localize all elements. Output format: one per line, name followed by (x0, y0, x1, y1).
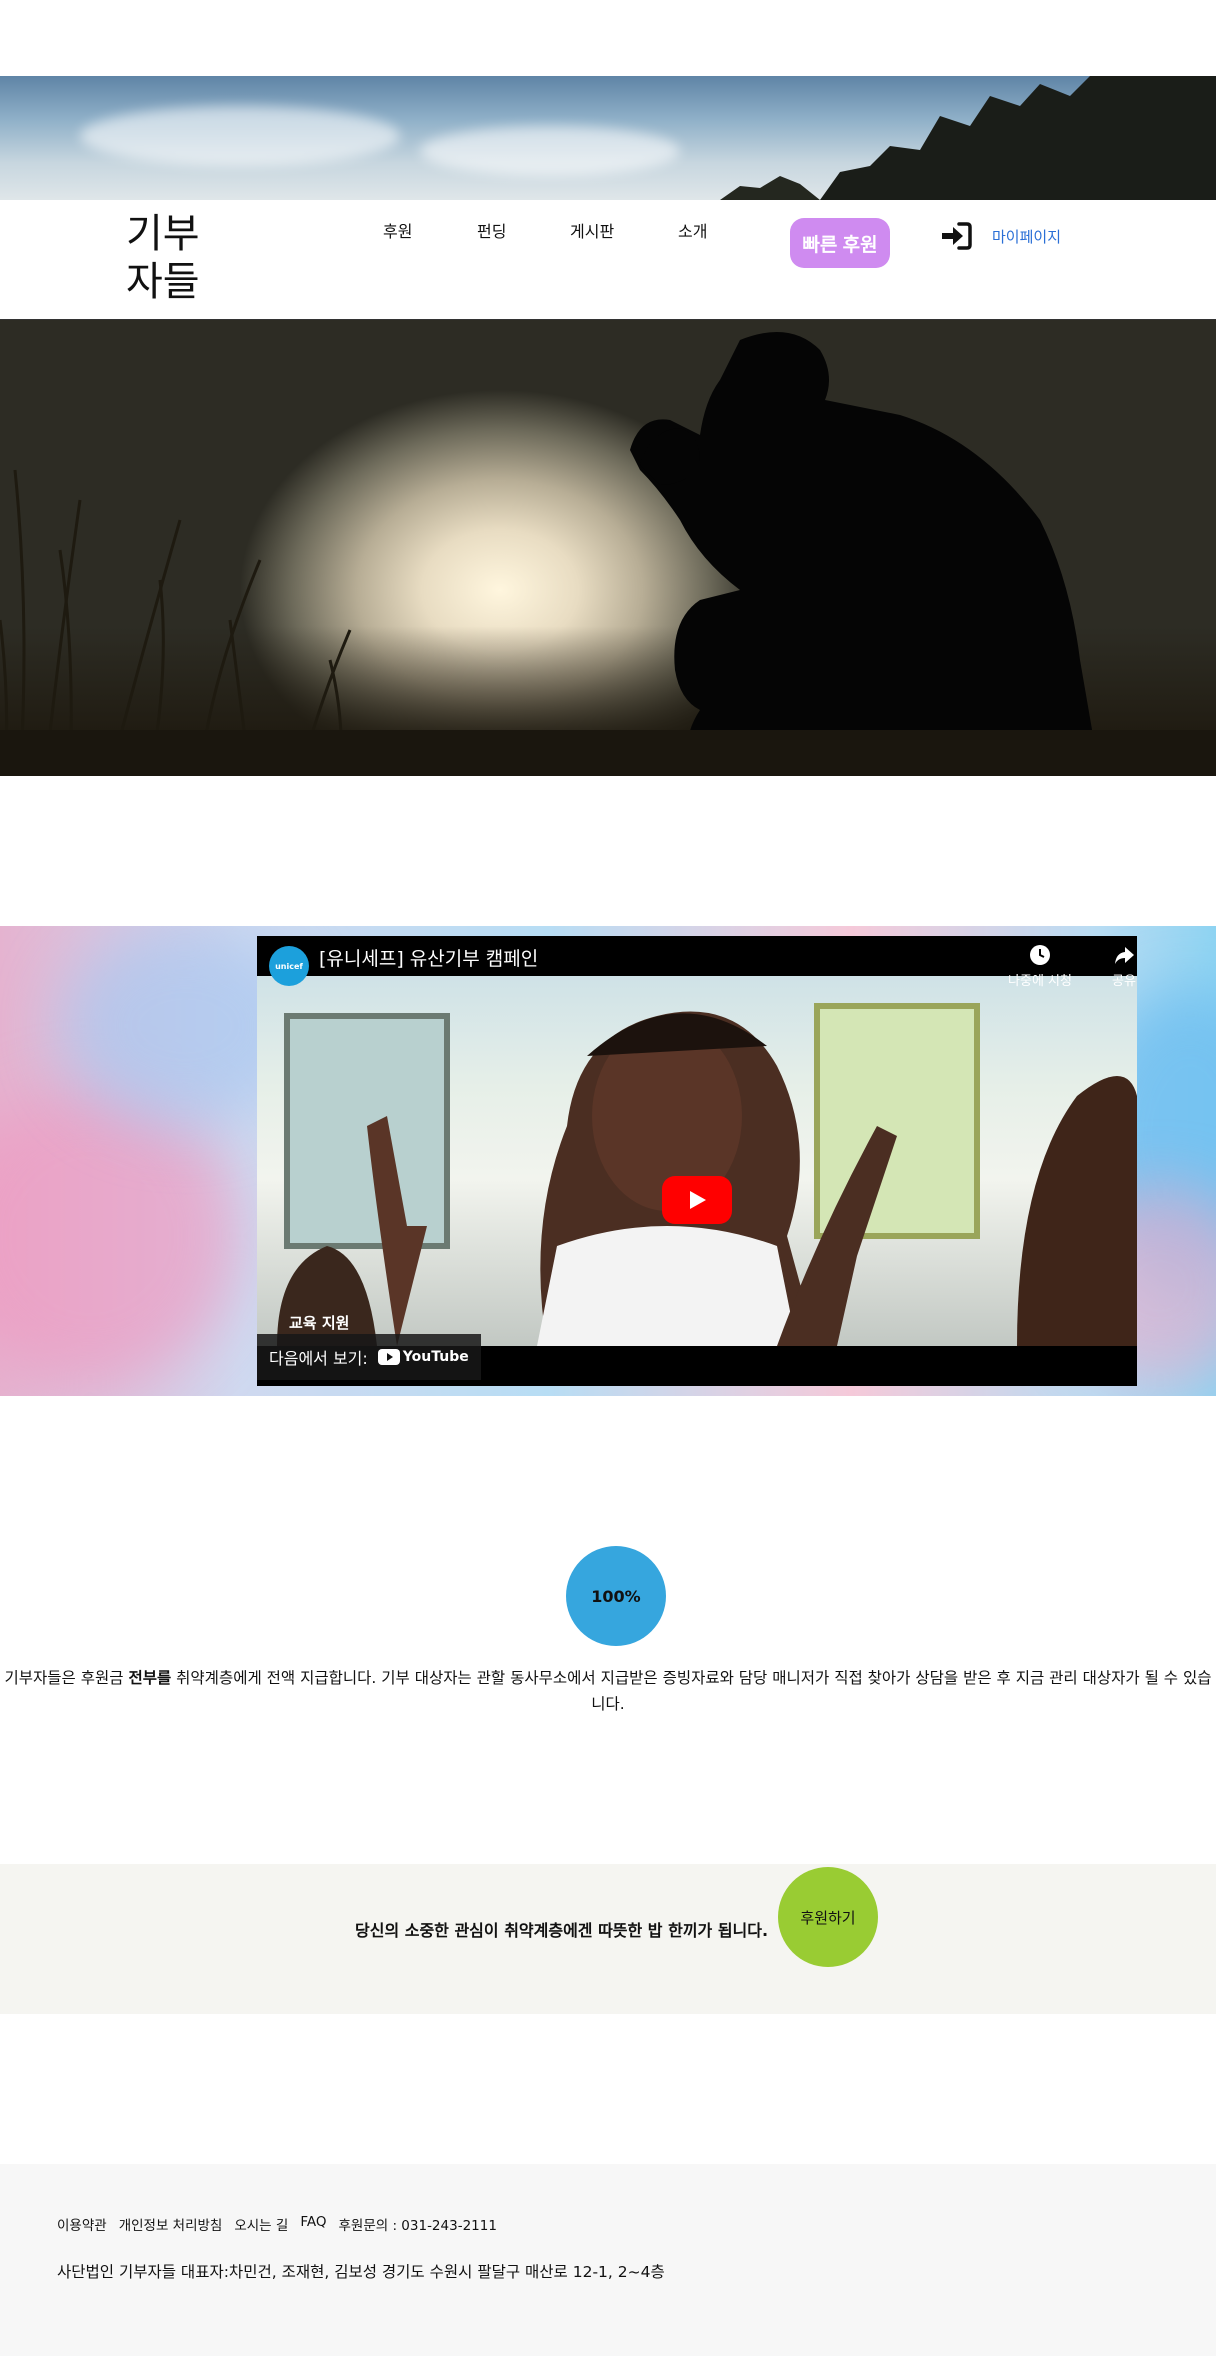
footer-link-faq[interactable]: FAQ (300, 2214, 326, 2234)
footer-link-privacy[interactable]: 개인정보 처리방침 (119, 2214, 223, 2234)
desc-bold: 전부를 (128, 1669, 172, 1687)
watch-later-label: 나중에 시청 (1008, 974, 1072, 989)
quick-donate-button[interactable]: 빠른 후원 (790, 218, 890, 268)
footer-links: 이용약관 개인정보 처리방침 오시는 길 FAQ 후원문의 : 031-243-… (57, 2214, 497, 2234)
site-footer: 이용약관 개인정보 처리방침 오시는 길 FAQ 후원문의 : 031-243-… (0, 2164, 1216, 2356)
play-button[interactable] (662, 1176, 732, 1224)
nav-item-donate[interactable]: 후원 (383, 218, 412, 242)
desc-part-2: 취약계층에게 전액 지급합니다. 기부 대상자는 관할 동사무소에서 지급받은 … (171, 1669, 1212, 1713)
site-header: 기부 자들 후원 펀딩 게시판 소개 빠른 후원 마이페이지 (0, 200, 1216, 320)
watch-on-youtube[interactable]: 다음에서 보기: YouTube (257, 1334, 481, 1380)
mypage-link[interactable]: 마이페이지 (992, 226, 1061, 247)
share-icon (1115, 947, 1134, 964)
tree-silhouette (720, 76, 1216, 200)
video-section: unicef [유니세프] 유산기부 캠페인 나중에 시청 공유 교육 지원 다… (0, 926, 1216, 1396)
cta-text: 당신의 소중한 관심이 취약계층에겐 따뜻한 밥 한끼가 됩니다. (355, 1921, 769, 1940)
play-icon (690, 1191, 706, 1209)
logo-line-1: 기부 (126, 211, 200, 257)
footer-link-directions[interactable]: 오시는 길 (234, 2214, 288, 2234)
percent-circle: 100% (566, 1546, 666, 1646)
watch-on-label: 다음에서 보기: (269, 1349, 368, 1368)
footer-company-info: 사단법인 기부자들 대표자:차민건, 조재현, 김보성 경기도 수원시 팔달구 … (57, 2263, 665, 2281)
youtube-icon (377, 1349, 400, 1365)
clock-icon (1030, 945, 1050, 965)
nav-item-board[interactable]: 게시판 (570, 218, 614, 242)
youtube-player[interactable]: unicef [유니세프] 유산기부 캠페인 나중에 시청 공유 교육 지원 다… (257, 936, 1137, 1386)
hero-image (0, 320, 1216, 776)
logo-line-2: 자들 (126, 259, 200, 305)
praying-man-silhouette (0, 332, 1216, 776)
children-classroom-image (277, 1003, 1137, 1346)
watch-later-button[interactable]: 나중에 시청 (1005, 944, 1075, 989)
video-title[interactable]: [유니세프] 유산기부 캠페인 (319, 944, 538, 971)
site-logo[interactable]: 기부 자들 (126, 210, 216, 306)
unicef-channel-logo[interactable]: unicef (269, 946, 309, 986)
nav-item-about[interactable]: 소개 (678, 218, 707, 242)
share-label: 공유 (1112, 974, 1136, 989)
video-thumbnail[interactable] (257, 976, 1137, 1346)
desc-part-1: 기부자들은 후원금 (4, 1669, 129, 1687)
footer-link-terms[interactable]: 이용약관 (57, 2214, 107, 2234)
top-sky-banner (0, 76, 1216, 200)
share-button[interactable]: 공유 (1089, 944, 1137, 989)
footer-contact: 후원문의 : 031-243-2111 (338, 2218, 497, 2234)
nav-item-funding[interactable]: 펀딩 (477, 218, 506, 242)
donation-description: 기부자들은 후원금 전부를 취약계층에게 전액 지급합니다. 기부 대상자는 관… (0, 1665, 1216, 1717)
youtube-wordmark: YouTube (402, 1349, 469, 1365)
youtube-logo: YouTube (377, 1349, 469, 1365)
login-icon[interactable] (940, 222, 972, 250)
video-caption: 교육 지원 (289, 1314, 350, 1332)
donate-button[interactable]: 후원하기 (778, 1867, 878, 1967)
cta-band: 당신의 소중한 관심이 취약계층에겐 따뜻한 밥 한끼가 됩니다. 후원하기 (0, 1864, 1216, 2014)
